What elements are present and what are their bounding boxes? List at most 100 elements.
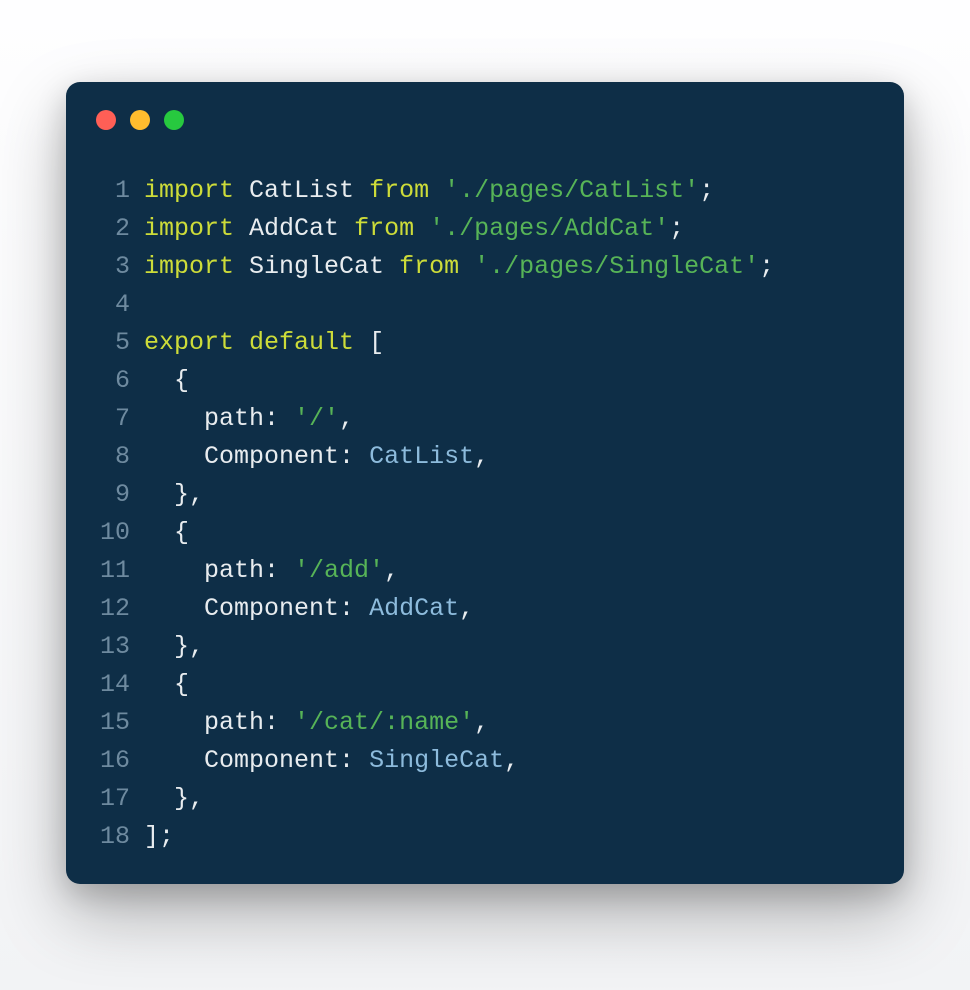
token-punc: ,: [339, 404, 354, 433]
code-line: 16 Component: SingleCat,: [88, 742, 904, 780]
token-punc: [144, 442, 204, 471]
minimize-icon[interactable]: [130, 110, 150, 130]
token-str: '/': [294, 404, 339, 433]
line-number: 14: [88, 666, 130, 704]
token-cls: AddCat: [369, 594, 459, 623]
code-line: 14 {: [88, 666, 904, 704]
code-block: 1import CatList from './pages/CatList';2…: [66, 172, 904, 856]
token-punc: ,: [384, 556, 399, 585]
token-prop: Component: [204, 594, 339, 623]
close-icon[interactable]: [96, 110, 116, 130]
maximize-icon[interactable]: [164, 110, 184, 130]
token-punc: },: [144, 784, 204, 813]
token-prop: Component: [204, 442, 339, 471]
token-punc: [144, 556, 204, 585]
token-str: './pages/AddCat': [429, 214, 669, 243]
token-punc: ,: [504, 746, 519, 775]
line-number: 10: [88, 514, 130, 552]
token-punc: [354, 176, 369, 205]
line-number: 9: [88, 476, 130, 514]
code-line: 9 },: [88, 476, 904, 514]
line-number: 3: [88, 248, 130, 286]
token-punc: [144, 404, 204, 433]
token-punc: },: [144, 632, 204, 661]
token-punc: ,: [474, 442, 489, 471]
line-number: 13: [88, 628, 130, 666]
token-str: '/cat/:name': [294, 708, 474, 737]
token-prop: Component: [204, 746, 339, 775]
code-line: 4: [88, 286, 904, 324]
token-ident: SingleCat: [249, 252, 384, 281]
token-punc: :: [339, 442, 369, 471]
token-punc: [144, 594, 204, 623]
token-punc: [459, 252, 474, 281]
token-kw: import: [144, 214, 234, 243]
token-cls: CatList: [369, 442, 474, 471]
token-punc: :: [264, 404, 294, 433]
token-punc: ;: [699, 176, 714, 205]
token-punc: ;: [759, 252, 774, 281]
token-prop: path: [204, 556, 264, 585]
token-punc: ,: [474, 708, 489, 737]
code-line: 13 },: [88, 628, 904, 666]
token-punc: [144, 746, 204, 775]
token-punc: [234, 328, 249, 357]
token-punc: ];: [144, 822, 174, 851]
code-line: 1import CatList from './pages/CatList';: [88, 172, 904, 210]
token-punc: [429, 176, 444, 205]
token-prop: path: [204, 708, 264, 737]
token-prop: path: [204, 404, 264, 433]
traffic-lights: [66, 110, 904, 130]
token-cls: SingleCat: [369, 746, 504, 775]
token-ident: AddCat: [249, 214, 339, 243]
token-punc: [: [354, 328, 384, 357]
line-number: 17: [88, 780, 130, 818]
token-punc: {: [144, 670, 189, 699]
token-punc: {: [144, 518, 189, 547]
line-number: 11: [88, 552, 130, 590]
token-kw: from: [399, 252, 459, 281]
code-line: 10 {: [88, 514, 904, 552]
token-punc: :: [339, 594, 369, 623]
token-punc: },: [144, 480, 204, 509]
code-line: 15 path: '/cat/:name',: [88, 704, 904, 742]
code-line: 17 },: [88, 780, 904, 818]
code-line: 2import AddCat from './pages/AddCat';: [88, 210, 904, 248]
line-number: 15: [88, 704, 130, 742]
code-line: 8 Component: CatList,: [88, 438, 904, 476]
token-punc: :: [264, 556, 294, 585]
code-line: 6 {: [88, 362, 904, 400]
line-number: 1: [88, 172, 130, 210]
token-kw: default: [249, 328, 354, 357]
token-kw: from: [369, 176, 429, 205]
token-punc: :: [339, 746, 369, 775]
line-number: 12: [88, 590, 130, 628]
code-line: 5 export default [: [88, 324, 904, 362]
code-window: 1import CatList from './pages/CatList';2…: [66, 82, 904, 884]
token-kw: export: [144, 328, 234, 357]
token-ident: CatList: [249, 176, 354, 205]
token-str: './pages/CatList': [444, 176, 699, 205]
code-line: 7 path: '/',: [88, 400, 904, 438]
token-str: './pages/SingleCat': [474, 252, 759, 281]
line-number: 16: [88, 742, 130, 780]
line-number: 6: [88, 362, 130, 400]
line-number: 8: [88, 438, 130, 476]
token-punc: [234, 214, 249, 243]
token-punc: ;: [669, 214, 684, 243]
line-number: 7: [88, 400, 130, 438]
token-punc: [234, 252, 249, 281]
token-punc: [339, 214, 354, 243]
line-number: 2: [88, 210, 130, 248]
line-number: 5: [88, 324, 130, 362]
token-kw: import: [144, 252, 234, 281]
code-line: 3 import SingleCat from './pages/SingleCa…: [88, 248, 904, 286]
code-line: 18];: [88, 818, 904, 856]
token-punc: [414, 214, 429, 243]
token-punc: :: [264, 708, 294, 737]
code-line: 12 Component: AddCat,: [88, 590, 904, 628]
code-line: 11 path: '/add',: [88, 552, 904, 590]
token-punc: [234, 176, 249, 205]
token-punc: [384, 252, 399, 281]
token-str: '/add': [294, 556, 384, 585]
